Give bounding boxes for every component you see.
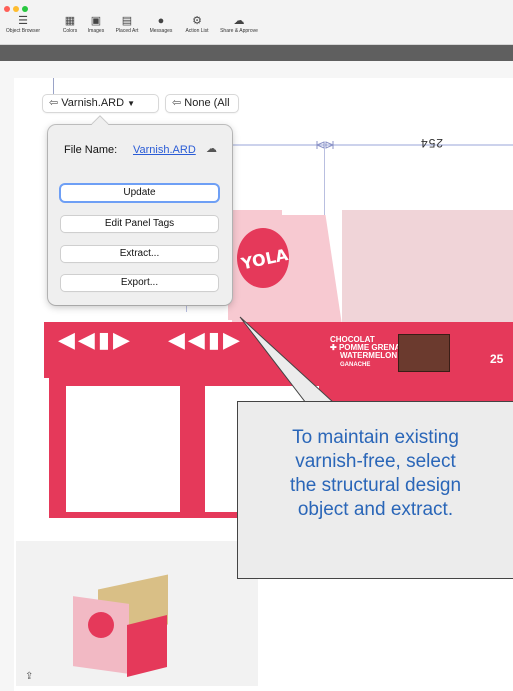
flavor-line: WATERMELON [340,351,398,360]
side-flap [342,210,513,330]
preview-box-right [127,615,167,677]
chocolate-image [398,334,450,372]
toolbar-object-browser[interactable]: ☰ Object Browser [4,14,42,34]
file-popover: File Name: Varnish.ARD ☁ Update Edit Pan… [48,116,232,305]
callout-pointer [239,316,336,404]
images-icon: ▣ [90,15,102,27]
toolbar-messages[interactable]: ● Messages [145,14,177,34]
layer-icon: ⇦ [49,97,59,109]
count-text: 25 [490,352,504,366]
toolbar-label: Messages [149,28,173,34]
close-window-button[interactable] [4,6,10,12]
update-button[interactable]: Update [61,185,218,201]
toolbar-action-list[interactable]: ⚙ Action List [180,14,214,34]
layer-icon: ⇦ [172,97,182,109]
callout-line: varnish-free, select [295,451,456,472]
toolbar-placed-art[interactable]: ▤ Placed Art [110,14,144,34]
edit-panel-tags-button[interactable]: Edit Panel Tags [61,216,218,232]
dimension-value: 254 [420,136,444,150]
varnish-selector[interactable]: ⇦ Varnish.ARD ▼ [43,95,158,112]
extract-button[interactable]: Extract... [61,246,218,262]
front-window-left [66,386,180,512]
dimension-line [232,141,513,149]
toolbar-label: Action List [185,28,209,34]
chevron-down-icon: ▼ [127,99,136,108]
none-selector-value: None (All [184,97,230,109]
messages-icon: ● [157,15,165,27]
colors-icon: ▦ [64,15,76,27]
file-name-link[interactable]: Varnish.ARD [133,144,196,156]
toolbar-label: Colors [62,28,78,34]
pattern-graphic: ◀◀▮▶ [58,328,133,353]
flavor-line: GANACHE [340,362,371,368]
toolbar-label: Share & Approve [220,28,258,34]
toolbar-images[interactable]: ▣ Images [82,14,110,34]
toolbar-share-approve[interactable]: ☁ Share & Approve [215,14,263,34]
object-browser-icon: ☰ [18,15,28,27]
toolbar-colors[interactable]: ▦ Colors [56,14,84,34]
action-list-icon: ⚙ [192,15,202,27]
toolbar-label: Images [87,28,105,34]
none-selector[interactable]: ⇦ None (All [166,95,238,112]
callout-line: object and extract. [297,499,454,520]
guide-line [53,78,54,96]
varnish-selector-value: Varnish.ARD [61,97,125,109]
cloud-icon: ☁ [206,143,217,155]
window-toolbar: ☰ Object Browser ▦ Colors ▣ Images ▤ Pla… [0,0,513,45]
minimize-window-button[interactable] [13,6,19,12]
toolbar-label: Object Browser [5,28,41,34]
export-button[interactable]: Export... [61,275,218,291]
callout-line: the structural design [289,475,462,496]
callout-line: To maintain existing [292,427,459,448]
preview-logo [88,612,114,638]
toolbar-label: Placed Art [115,28,139,34]
tab-bar [0,45,513,61]
zoom-window-button[interactable] [22,6,28,12]
share-approve-icon: ☁ [233,15,245,27]
placed-art-icon: ▤ [121,15,133,27]
file-name-label: File Name: [64,144,118,156]
share-icon[interactable]: ⇪ [25,671,33,682]
callout-box: To maintain existing varnish-free, selec… [237,401,513,579]
